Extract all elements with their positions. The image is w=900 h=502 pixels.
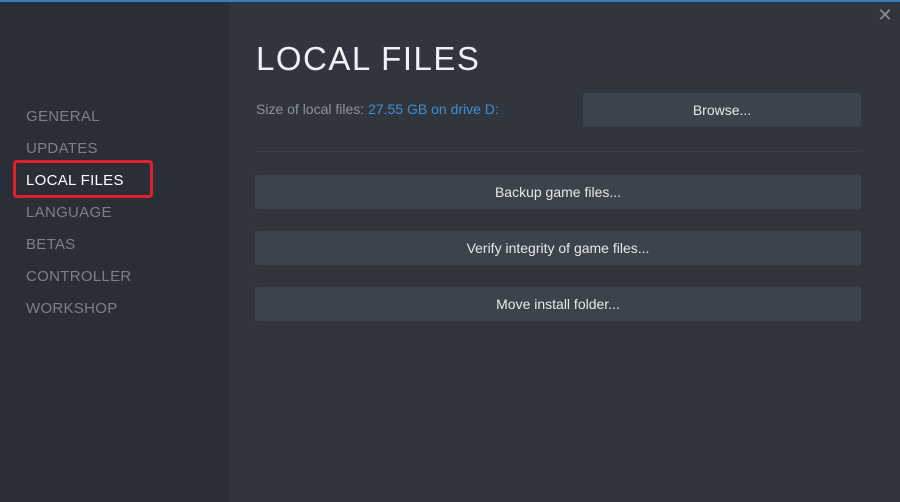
size-label: Size of local files: xyxy=(256,101,365,117)
local-files-size-row: Size of local files: 27.55 GB on drive D… xyxy=(256,101,499,117)
sidebar-item-workshop[interactable]: WORKSHOP xyxy=(26,298,132,330)
selection-highlight-box xyxy=(13,160,153,198)
sidebar-item-controller[interactable]: CONTROLLER xyxy=(26,266,132,298)
divider xyxy=(256,151,861,152)
sidebar: GENERAL UPDATES LOCAL FILES LANGUAGE BET… xyxy=(0,2,230,502)
backup-game-files-button[interactable]: Backup game files... xyxy=(255,175,861,209)
properties-window: GENERAL UPDATES LOCAL FILES LANGUAGE BET… xyxy=(0,0,900,502)
sidebar-nav: GENERAL UPDATES LOCAL FILES LANGUAGE BET… xyxy=(26,106,132,330)
sidebar-item-betas[interactable]: BETAS xyxy=(26,234,132,266)
move-install-folder-button[interactable]: Move install folder... xyxy=(255,287,861,321)
browse-button[interactable]: Browse... xyxy=(583,93,861,127)
sidebar-item-general[interactable]: GENERAL xyxy=(26,106,132,138)
close-icon[interactable]: ✕ xyxy=(876,4,894,26)
main-content: ✕ LOCAL FILES Size of local files: 27.55… xyxy=(230,2,900,502)
size-value-link[interactable]: 27.55 GB on drive D: xyxy=(368,101,499,117)
verify-integrity-button[interactable]: Verify integrity of game files... xyxy=(255,231,861,265)
page-title: LOCAL FILES xyxy=(256,40,481,77)
sidebar-item-language[interactable]: LANGUAGE xyxy=(26,202,132,234)
